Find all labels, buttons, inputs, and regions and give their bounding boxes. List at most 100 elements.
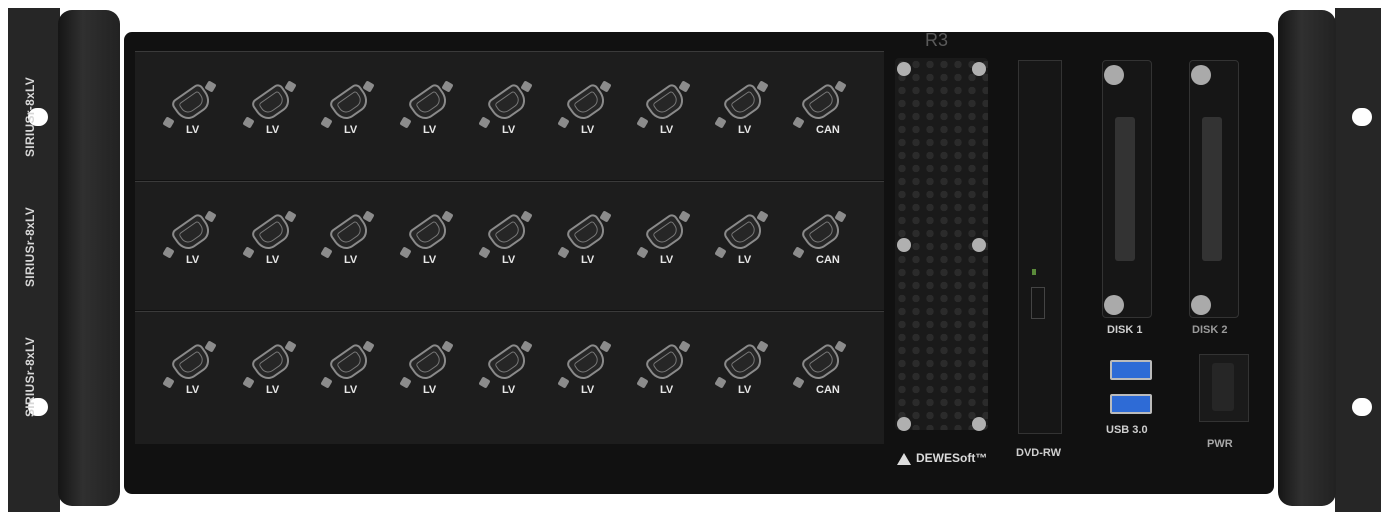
hex-nut	[520, 340, 533, 353]
db9-connector[interactable]: LV	[557, 210, 617, 276]
db9-connector[interactable]: LV	[242, 210, 302, 276]
port-label: LV	[423, 124, 437, 136]
hex-nut	[834, 340, 847, 353]
hex-nut	[242, 116, 255, 129]
port-label: LV	[738, 384, 752, 396]
db9-connector[interactable]: LV	[399, 210, 459, 276]
db9-connector[interactable]: LV	[162, 80, 222, 146]
db9-connector[interactable]: LV	[162, 210, 222, 276]
db9-connector[interactable]: LV	[478, 80, 538, 146]
hex-nut	[557, 246, 570, 259]
screw	[1191, 65, 1211, 85]
dvd-label: DVD-RW	[1016, 447, 1062, 459]
db9-connector[interactable]: LV	[636, 80, 696, 146]
db9-connector[interactable]: LV	[242, 340, 302, 406]
db9-connector[interactable]: LV	[714, 80, 774, 146]
disk-1-label: DISK 1	[1107, 324, 1143, 336]
port-label: LV	[738, 124, 752, 136]
db9-connector[interactable]: LV	[320, 80, 380, 146]
port-label: LV	[344, 384, 358, 396]
disk-handle[interactable]	[1202, 117, 1222, 261]
disk-handle[interactable]	[1115, 117, 1135, 261]
screw	[897, 62, 911, 76]
port-label: LV	[502, 384, 516, 396]
db9-connector[interactable]: LV	[714, 210, 774, 276]
db9-connector[interactable]: LV	[162, 340, 222, 406]
disk-1-bay[interactable]	[1102, 60, 1152, 318]
hex-nut	[678, 340, 691, 353]
port-label: CAN	[816, 124, 840, 136]
db9-connector[interactable]: LV	[714, 340, 774, 406]
db9-connector[interactable]: CAN	[792, 80, 852, 146]
db9-connector[interactable]: LV	[242, 80, 302, 146]
screw	[1104, 295, 1124, 315]
port-label: LV	[344, 254, 358, 266]
power-switch[interactable]	[1212, 363, 1234, 411]
rack-mount-hole	[1352, 108, 1372, 126]
db9-connector[interactable]: CAN	[792, 340, 852, 406]
screw	[972, 62, 986, 76]
eject-button[interactable]	[1031, 287, 1045, 319]
dvd-drive[interactable]	[1018, 60, 1062, 434]
hex-nut	[599, 80, 612, 93]
port-label: CAN	[816, 384, 840, 396]
disk-2-bay[interactable]	[1189, 60, 1239, 318]
db9-connector[interactable]: LV	[557, 80, 617, 146]
port-label: LV	[266, 384, 280, 396]
hex-nut	[599, 340, 612, 353]
db9-connector[interactable]: LV	[399, 80, 459, 146]
screw	[897, 238, 911, 252]
hex-nut	[284, 80, 297, 93]
hex-nut	[362, 340, 375, 353]
hex-nut	[204, 210, 217, 223]
hex-nut	[242, 246, 255, 259]
hex-nut	[242, 376, 255, 389]
hex-nut	[441, 340, 454, 353]
port-label: LV	[344, 124, 358, 136]
brand-logo: DEWESoft™	[897, 451, 987, 465]
hex-nut	[834, 80, 847, 93]
usb-port[interactable]	[1110, 360, 1152, 380]
db9-connector[interactable]: CAN	[792, 210, 852, 276]
hex-nut	[478, 246, 491, 259]
usb-port[interactable]	[1110, 394, 1152, 414]
hex-nut	[204, 80, 217, 93]
hex-nut	[678, 80, 691, 93]
screw	[972, 238, 986, 252]
screw	[897, 417, 911, 431]
db9-connector[interactable]: LV	[320, 340, 380, 406]
port-label: LV	[186, 124, 200, 136]
hex-nut	[441, 80, 454, 93]
port-label: LV	[423, 254, 437, 266]
right-handle	[1278, 10, 1336, 506]
brand-text: DEWESoft™	[916, 451, 988, 465]
port-label: LV	[660, 254, 674, 266]
port-label: LV	[581, 254, 595, 266]
port-label: CAN	[816, 254, 840, 266]
hex-nut	[362, 210, 375, 223]
slot-title: R3	[925, 30, 949, 50]
db9-connector[interactable]: LV	[636, 340, 696, 406]
port-label: LV	[581, 384, 595, 396]
hex-nut	[756, 80, 769, 93]
hex-nut	[399, 116, 412, 129]
port-label: LV	[423, 384, 437, 396]
port-label: LV	[738, 254, 752, 266]
hex-nut	[599, 210, 612, 223]
db9-connector[interactable]: LV	[557, 340, 617, 406]
module-label: SIRIUSr-8xLV	[23, 76, 37, 157]
screw	[1104, 65, 1124, 85]
hex-nut	[636, 246, 649, 259]
hex-nut	[399, 376, 412, 389]
db9-connector[interactable]: LV	[636, 210, 696, 276]
db9-connector[interactable]: LV	[399, 340, 459, 406]
hex-nut	[557, 376, 570, 389]
hex-nut	[834, 210, 847, 223]
left-handle	[58, 10, 120, 506]
rack-mount-hole	[1352, 398, 1372, 416]
db9-connector[interactable]: LV	[478, 210, 538, 276]
port-label: LV	[186, 384, 200, 396]
db9-connector[interactable]: LV	[320, 210, 380, 276]
db9-connector[interactable]: LV	[478, 340, 538, 406]
hex-nut	[636, 376, 649, 389]
